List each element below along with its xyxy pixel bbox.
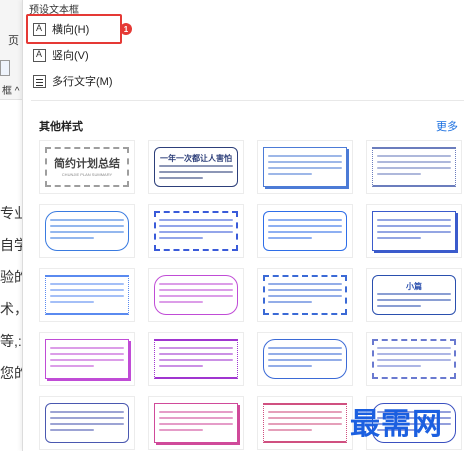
divider bbox=[31, 100, 464, 101]
more-link[interactable]: 更多 bbox=[436, 118, 458, 134]
doc-text-fragment: 等,: bbox=[0, 333, 22, 349]
placeholder-text-lines bbox=[159, 165, 233, 183]
textbox-style-card[interactable] bbox=[39, 204, 135, 258]
highlight-box bbox=[26, 14, 122, 44]
placeholder-text-lines bbox=[268, 283, 342, 307]
placeholder-text-lines bbox=[268, 347, 342, 371]
textbox-style-card[interactable] bbox=[257, 204, 353, 258]
textbox-style-card[interactable]: 简约计划总结 CHUNJIE PLAN SUMMARY bbox=[39, 140, 135, 194]
placeholder-text-lines bbox=[50, 283, 124, 307]
card-title: 一年一次都让人害怕 bbox=[160, 154, 232, 163]
textbox-style-card[interactable] bbox=[148, 204, 244, 258]
textbox-style-card[interactable] bbox=[39, 396, 135, 450]
textbox-style-card[interactable]: 一年一次都让人害怕 bbox=[148, 140, 244, 194]
vertical-textbox-icon bbox=[33, 48, 46, 62]
textbox-dropdown-panel: 预设文本框 横向(H) 竖向(V) 多行文字(M) 1 其他样式 更多 简约计划… bbox=[22, 0, 472, 451]
textbox-style-card[interactable] bbox=[39, 268, 135, 322]
placeholder-text-lines bbox=[377, 347, 451, 371]
placeholder-text-lines bbox=[159, 283, 233, 307]
card-subtitle: CHUNJIE PLAN SUMMARY bbox=[61, 172, 113, 177]
menu-item-label: 多行文字(M) bbox=[52, 76, 113, 88]
placeholder-text-lines bbox=[377, 155, 451, 179]
textbox-style-card[interactable] bbox=[148, 396, 244, 450]
placeholder-text-lines bbox=[159, 411, 233, 435]
card-title: 简约计划总结 bbox=[54, 158, 120, 170]
textbox-dropdown-fragment[interactable]: 框 ^ bbox=[2, 82, 19, 97]
textbox-style-card[interactable] bbox=[366, 332, 462, 386]
textbox-style-card[interactable] bbox=[366, 140, 462, 194]
placeholder-text-lines bbox=[268, 155, 342, 179]
textbox-style-card[interactable] bbox=[257, 396, 353, 450]
textbox-style-card[interactable] bbox=[39, 332, 135, 386]
menu-item-label: 竖向(V) bbox=[52, 50, 89, 62]
textbox-style-card[interactable] bbox=[257, 140, 353, 194]
textbox-button-fragment[interactable] bbox=[0, 60, 10, 76]
placeholder-text-lines bbox=[268, 411, 342, 435]
placeholder-text-lines bbox=[268, 219, 342, 243]
placeholder-text-lines bbox=[377, 219, 451, 243]
multiline-text-icon bbox=[33, 74, 46, 88]
placeholder-text-lines bbox=[377, 293, 451, 311]
watermark-logo: 最需网 bbox=[350, 407, 443, 442]
card-title: 小篇 bbox=[406, 282, 422, 291]
textbox-style-card[interactable] bbox=[257, 268, 353, 322]
textbox-style-card[interactable] bbox=[257, 332, 353, 386]
placeholder-text-lines bbox=[50, 411, 124, 435]
ribbon-tab-fragment[interactable]: 页 bbox=[8, 32, 19, 48]
textbox-style-card[interactable] bbox=[148, 268, 244, 322]
placeholder-text-lines bbox=[159, 347, 233, 371]
placeholder-text-lines bbox=[50, 219, 124, 243]
textbox-style-card[interactable]: 小篇 bbox=[366, 268, 462, 322]
menu-item-vertical[interactable]: 竖向(V) bbox=[33, 43, 463, 67]
step-badge: 1 bbox=[120, 23, 132, 35]
textbox-style-card[interactable] bbox=[366, 204, 462, 258]
menu-item-multiline[interactable]: 多行文字(M) bbox=[33, 69, 463, 93]
textbox-style-card[interactable] bbox=[148, 332, 244, 386]
section-title: 其他样式 bbox=[39, 121, 83, 133]
placeholder-text-lines bbox=[50, 347, 124, 371]
placeholder-text-lines bbox=[159, 219, 233, 243]
